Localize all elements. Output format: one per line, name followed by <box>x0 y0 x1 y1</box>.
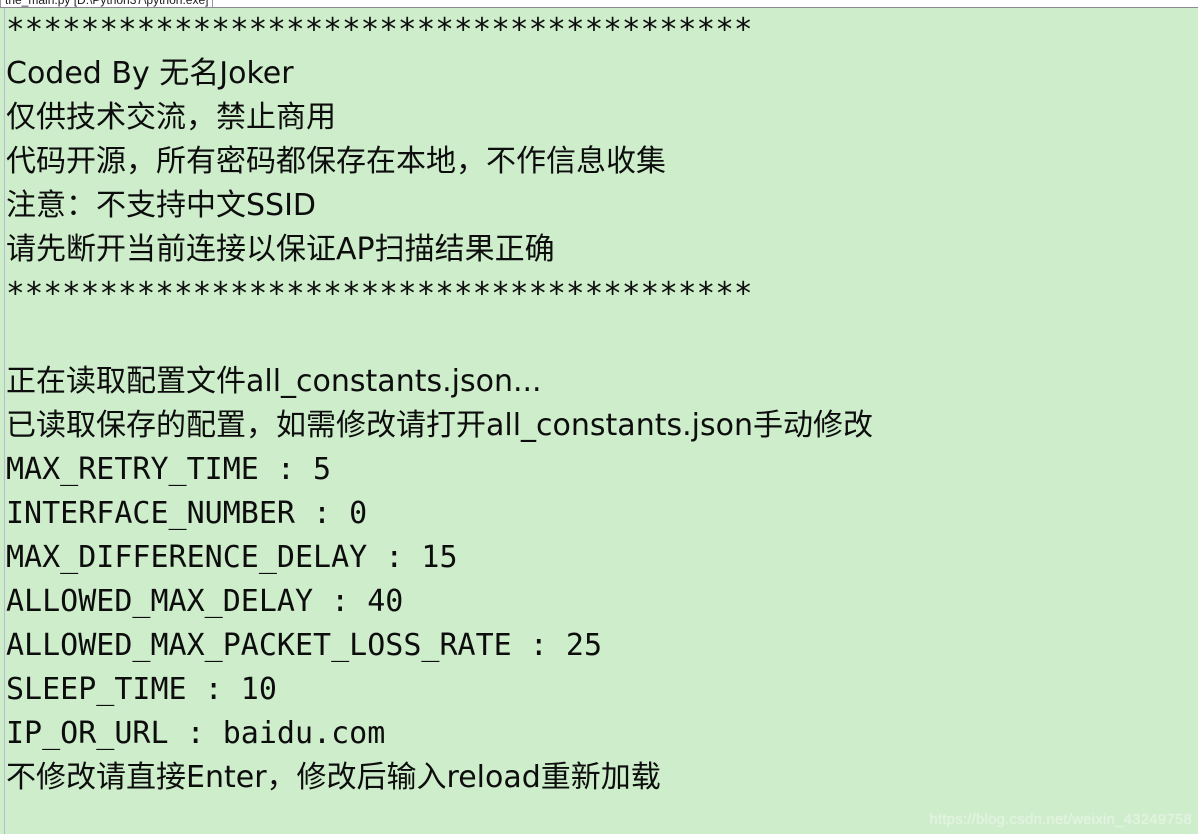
console-line-config-reading: 正在读取配置文件all_constants.json... <box>6 364 542 399</box>
console-line-interface-number: INTERFACE_NUMBER : 0 <box>6 496 368 531</box>
console-gutter <box>0 8 5 834</box>
console-line-prompt-reload: 不修改请直接Enter，修改后输入reload重新加载 <box>6 760 661 795</box>
csdn-watermark: https://blog.csdn.net/weixin_43249758 <box>929 811 1192 828</box>
console-line-banner-notice-3: 注意：不支持中文SSID <box>6 188 317 223</box>
console-line-banner-notice-2: 代码开源，所有密码都保存在本地，不作信息收集 <box>6 144 666 179</box>
console-line-allowed-max-packet-loss-rate: ALLOWED_MAX_PACKET_LOSS_RATE : 25 <box>6 628 603 663</box>
console-line-banner-notice-1: 仅供技术交流，禁止商用 <box>6 100 336 135</box>
console-line-allowed-max-delay: ALLOWED_MAX_DELAY : 40 <box>6 584 404 619</box>
console-line-banner-notice-4: 请先断开当前连接以保证AP扫描结果正确 <box>6 232 555 267</box>
run-tab-bar: the_main.py [D:\Python37\python.exe] <box>0 0 1198 8</box>
console-line-banner-bottom-rule: **************************************** <box>6 276 753 312</box>
console-line-ip-or-url: IP_OR_URL : baidu.com <box>6 716 386 751</box>
ide-run-console-window: the_main.py [D:\Python37\python.exe] ***… <box>0 0 1198 834</box>
console-line-max-difference-delay: MAX_DIFFERENCE_DELAY : 15 <box>6 540 458 575</box>
console-line-config-loaded: 已读取保存的配置，如需修改请打开all_constants.json手动修改 <box>6 408 873 443</box>
console-output-pane[interactable]: ****************************************… <box>0 8 1198 834</box>
tab-separator-line <box>0 7 1198 8</box>
console-line-banner-top-rule: **************************************** <box>6 12 753 48</box>
console-line-banner-author: Coded By 无名Joker <box>6 56 294 91</box>
console-line-sleep-time: SLEEP_TIME : 10 <box>6 672 277 707</box>
console-line-max-retry-time: MAX_RETRY_TIME : 5 <box>6 452 332 487</box>
console-text-area: ****************************************… <box>6 8 1196 800</box>
